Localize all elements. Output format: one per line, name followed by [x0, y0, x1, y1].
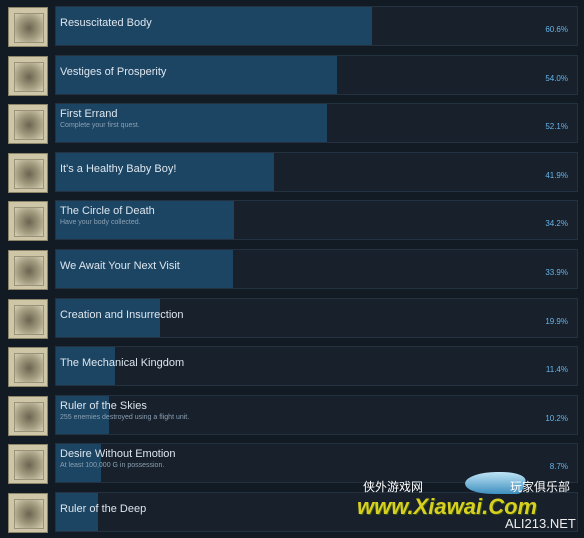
- progress-track: Ruler of the Deep: [55, 492, 578, 532]
- achievement-row[interactable]: Vestiges of Prosperity 54.0%: [6, 54, 580, 97]
- achievement-percent: 34.2%: [545, 219, 568, 229]
- achievement-name: The Circle of Death: [60, 205, 155, 218]
- achievement-description: Have your body collected.: [60, 219, 141, 227]
- achievement-percent: 11.4%: [545, 365, 568, 375]
- achievement-description: Complete your first quest.: [60, 122, 140, 130]
- progress-track: Ruler of the Skies 255 enemies destroyed…: [55, 394, 578, 435]
- achievement-icon: [8, 201, 48, 242]
- achievement-row[interactable]: The Mechanical Kingdom 11.4%: [6, 346, 580, 388]
- achievement-icon: [8, 152, 48, 193]
- achievement-name: Vestiges of Prosperity: [60, 65, 167, 78]
- achievement-name: Desire Without Emotion: [60, 448, 176, 461]
- achievement-name: It's a Healthy Baby Boy!: [60, 162, 177, 175]
- achievement-row[interactable]: We Await Your Next Visit 33.9%: [6, 249, 580, 291]
- achievement-percent: 19.9%: [545, 316, 568, 326]
- achievement-row[interactable]: Ruler of the Skies 255 enemies destroyed…: [6, 394, 580, 437]
- achievement-percent: 54.0%: [545, 73, 568, 83]
- progress-track: Resuscitated Body 60.6%: [55, 6, 578, 46]
- progress-track: The Circle of Death Have your body colle…: [55, 200, 578, 241]
- achievement-icon: [8, 7, 48, 47]
- progress-track: Desire Without Emotion At least 100,000 …: [55, 443, 578, 484]
- achievement-icon: [8, 250, 48, 290]
- achievement-name: Resuscitated Body: [60, 17, 152, 29]
- achievement-percent: 41.9%: [545, 170, 568, 180]
- achievement-name: First Errand: [60, 108, 118, 121]
- achievement-icon: [8, 444, 48, 485]
- achievement-row[interactable]: Creation and Insurrection 19.9%: [6, 297, 580, 340]
- progress-track: The Mechanical Kingdom 11.4%: [55, 346, 578, 387]
- progress-track: First Errand Complete your first quest. …: [55, 103, 578, 144]
- achievement-percent: 60.6%: [545, 25, 568, 34]
- achievement-icon: [8, 395, 48, 436]
- achievement-row[interactable]: First Errand Complete your first quest. …: [6, 103, 580, 145]
- achievement-icon: [8, 493, 48, 533]
- achievement-icon: [8, 298, 48, 339]
- achievement-row[interactable]: Resuscitated Body 60.6%: [6, 6, 580, 48]
- achievement-icon: [8, 55, 48, 96]
- progress-track: Vestiges of Prosperity 54.0%: [55, 54, 578, 95]
- achievement-icon: [8, 104, 48, 145]
- achievement-percent: 33.9%: [545, 268, 568, 277]
- achievement-row[interactable]: It's a Healthy Baby Boy! 41.9%: [6, 151, 580, 194]
- achievement-row[interactable]: Ruler of the Deep: [6, 492, 580, 534]
- progress-track: It's a Healthy Baby Boy! 41.9%: [55, 151, 578, 192]
- achievement-name: Ruler of the Deep: [60, 503, 147, 515]
- achievement-percent: 8.7%: [549, 462, 568, 472]
- achievement-name: The Mechanical Kingdom: [60, 357, 185, 370]
- achievement-percent: 10.2%: [545, 413, 568, 423]
- achievement-name: Creation and Insurrection: [60, 308, 184, 321]
- achievement-name: Ruler of the Skies: [60, 399, 147, 412]
- achievement-icon: [8, 347, 48, 388]
- achievement-description: At least 100,000 G in possession.: [60, 462, 165, 470]
- achievement-percent: 52.1%: [545, 122, 568, 132]
- progress-track: We Await Your Next Visit 33.9%: [55, 249, 578, 289]
- progress-track: Creation and Insurrection 19.9%: [55, 297, 578, 338]
- achievement-row[interactable]: The Circle of Death Have your body colle…: [6, 200, 580, 242]
- achievement-row[interactable]: Desire Without Emotion At least 100,000 …: [6, 443, 580, 485]
- achievement-name: We Await Your Next Visit: [60, 260, 180, 272]
- achievement-description: 255 enemies destroyed using a flight uni…: [60, 413, 190, 421]
